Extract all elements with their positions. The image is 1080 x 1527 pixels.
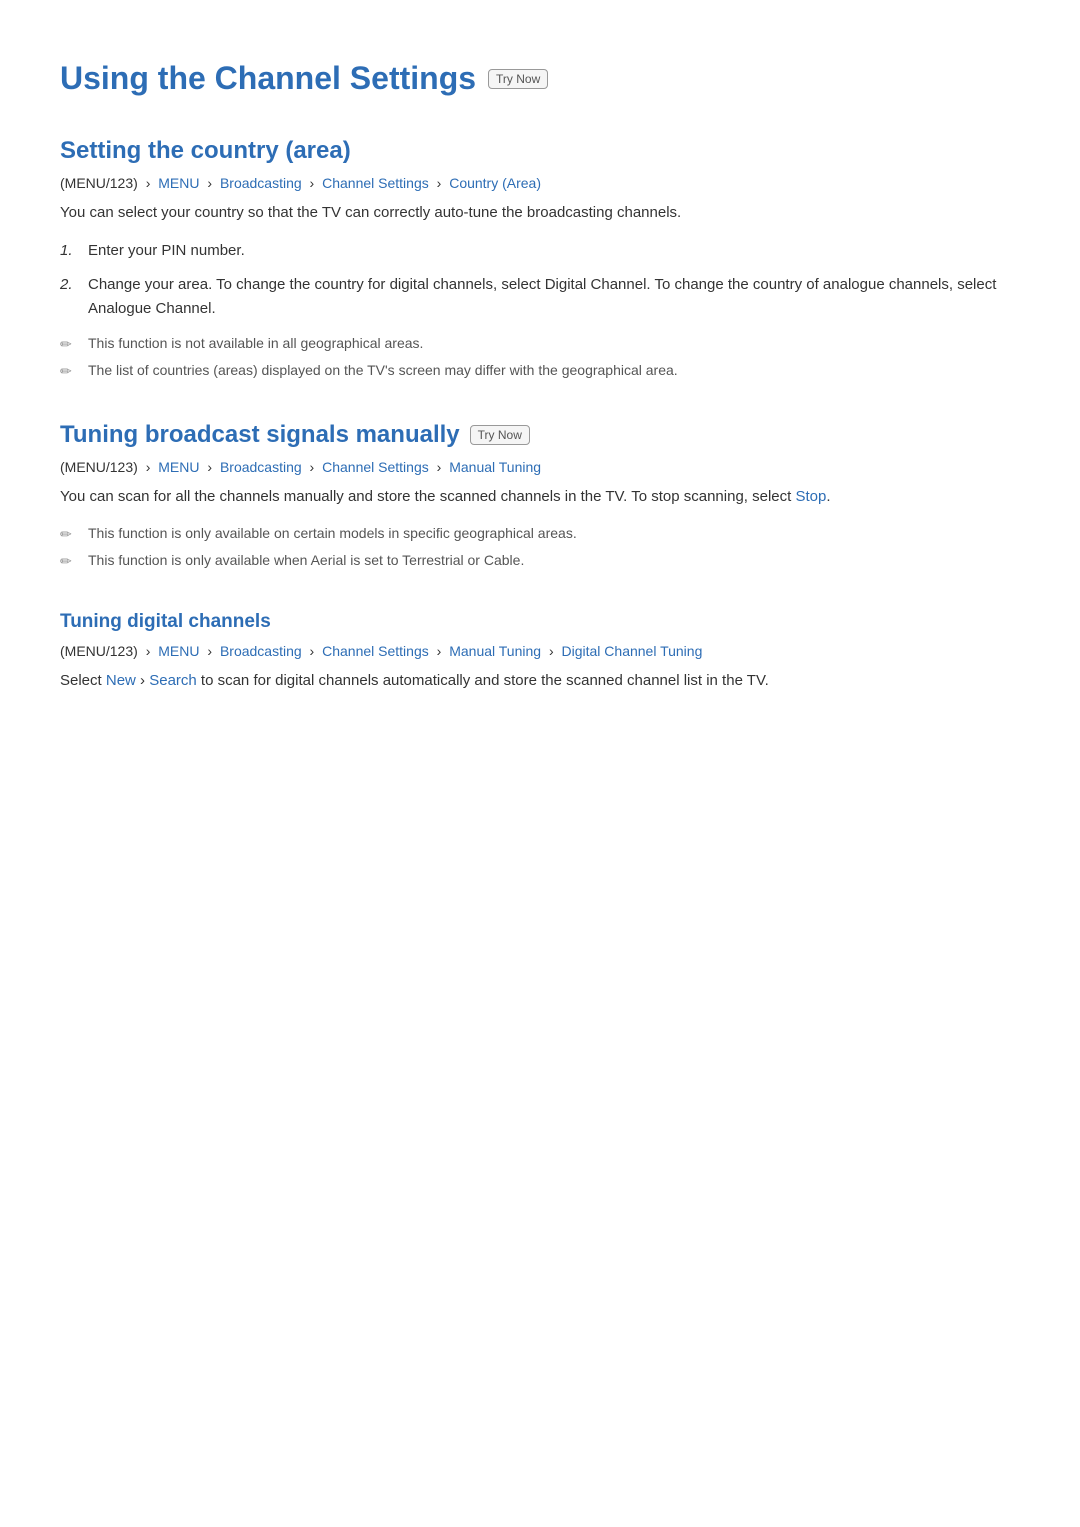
note3: This function is only available on certa… [60, 523, 1020, 544]
new-link[interactable]: New [106, 672, 136, 689]
cable-link[interactable]: Cable [484, 552, 521, 568]
stop-link[interactable]: Stop [795, 488, 826, 505]
section1-body: You can select your country so that the … [60, 201, 1020, 225]
note1: This function is not available in all ge… [60, 333, 1020, 354]
search-link[interactable]: Search [149, 672, 197, 689]
digital-channel-link[interactable]: Digital Channel [545, 276, 647, 293]
analogue-channel-link[interactable]: Analogue Channel [88, 300, 211, 317]
aerial-link[interactable]: Aerial [311, 552, 347, 568]
section3-body: Select New › Search to scan for digital … [60, 669, 1020, 693]
page-title-text: Using the Channel Settings [60, 60, 476, 97]
section1-title: Setting the country (area) [60, 137, 1020, 165]
note2: The list of countries (areas) displayed … [60, 360, 1020, 381]
section2-notes: This function is only available on certa… [60, 523, 1020, 571]
section3-breadcrumb: (MENU/123) › MENU › Broadcasting › Chann… [60, 643, 1020, 659]
section-tuning-manually: Tuning broadcast signals manually Try No… [60, 421, 1020, 571]
section2-title: Tuning broadcast signals manually Try No… [60, 421, 1020, 449]
step2: 2. Change your area. To change the count… [60, 273, 1020, 321]
section1-notes: This function is not available in all ge… [60, 333, 1020, 381]
section1-breadcrumb: (MENU/123) › MENU › Broadcasting › Chann… [60, 175, 1020, 191]
terrestrial-link[interactable]: Terrestrial [402, 552, 463, 568]
section-tuning-digital: Tuning digital channels (MENU/123) › MEN… [60, 611, 1020, 693]
step1: 1. Enter your PIN number. [60, 239, 1020, 263]
try-now-badge[interactable]: Try Now [488, 69, 548, 89]
page-title: Using the Channel Settings Try Now [60, 60, 1020, 97]
section-country-area: Setting the country (area) (MENU/123) › … [60, 137, 1020, 381]
section2-breadcrumb: (MENU/123) › MENU › Broadcasting › Chann… [60, 459, 1020, 475]
note4: This function is only available when Aer… [60, 550, 1020, 571]
section2-try-now-badge[interactable]: Try Now [470, 425, 530, 445]
section1-steps: 1. Enter your PIN number. 2. Change your… [60, 239, 1020, 321]
section2-body: You can scan for all the channels manual… [60, 485, 1020, 509]
section3-subtitle: Tuning digital channels [60, 611, 1020, 633]
